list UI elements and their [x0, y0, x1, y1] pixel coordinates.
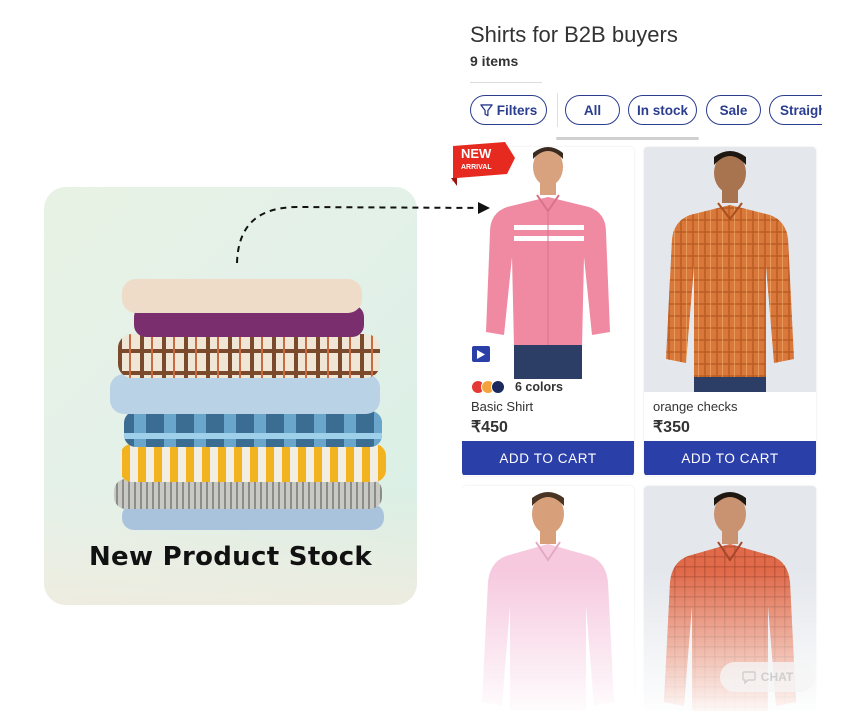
product-image [644, 147, 816, 392]
chat-button[interactable]: CHAT [720, 662, 815, 692]
video-play-icon[interactable] [472, 346, 490, 362]
badge-line-2: ARRIVAL [461, 164, 492, 171]
color-options[interactable]: 6 colors [471, 380, 563, 394]
badge-line-1: NEW [461, 146, 492, 161]
dashed-arrow-icon [236, 202, 490, 264]
folded-clothes-stack-image [110, 279, 386, 530]
colors-label: 6 colors [515, 380, 563, 394]
new-arrival-badge: NEW ARRIVAL [451, 142, 515, 186]
chat-icon [742, 670, 756, 684]
filters-label: Filters [496, 102, 538, 118]
product-card[interactable]: orange checks ₹350 ADD TO CART [644, 147, 816, 476]
product-name: Basic Shirt [471, 399, 534, 414]
divider [470, 82, 542, 83]
chip-in-stock[interactable]: In stock [628, 95, 697, 125]
chip-all[interactable]: All [565, 95, 620, 125]
chat-label: CHAT [760, 670, 794, 684]
chip-separator [557, 93, 558, 127]
filters-button[interactable]: Filters [470, 95, 547, 125]
promo-title: New Product Stock [88, 542, 373, 572]
add-to-cart-button[interactable]: ADD TO CART [462, 441, 634, 475]
add-to-cart-button[interactable]: ADD TO CART [644, 441, 816, 475]
product-name: orange checks [653, 399, 738, 414]
page-title: Shirts for B2B buyers [470, 22, 678, 47]
product-listing-panel: Shirts for B2B buyers 9 items Filters Al… [462, 0, 822, 711]
chip-scroll-indicator [556, 137, 699, 140]
chip-straight[interactable]: Straight [769, 95, 822, 125]
swatch-3 [491, 380, 505, 394]
filter-icon [480, 103, 493, 116]
filter-chip-bar: Filters All In stock Sale Straight [470, 93, 822, 127]
product-price: ₹450 [471, 419, 508, 436]
item-count: 9 items [470, 53, 519, 69]
product-price: ₹350 [653, 419, 690, 436]
chip-sale[interactable]: Sale [706, 95, 761, 125]
